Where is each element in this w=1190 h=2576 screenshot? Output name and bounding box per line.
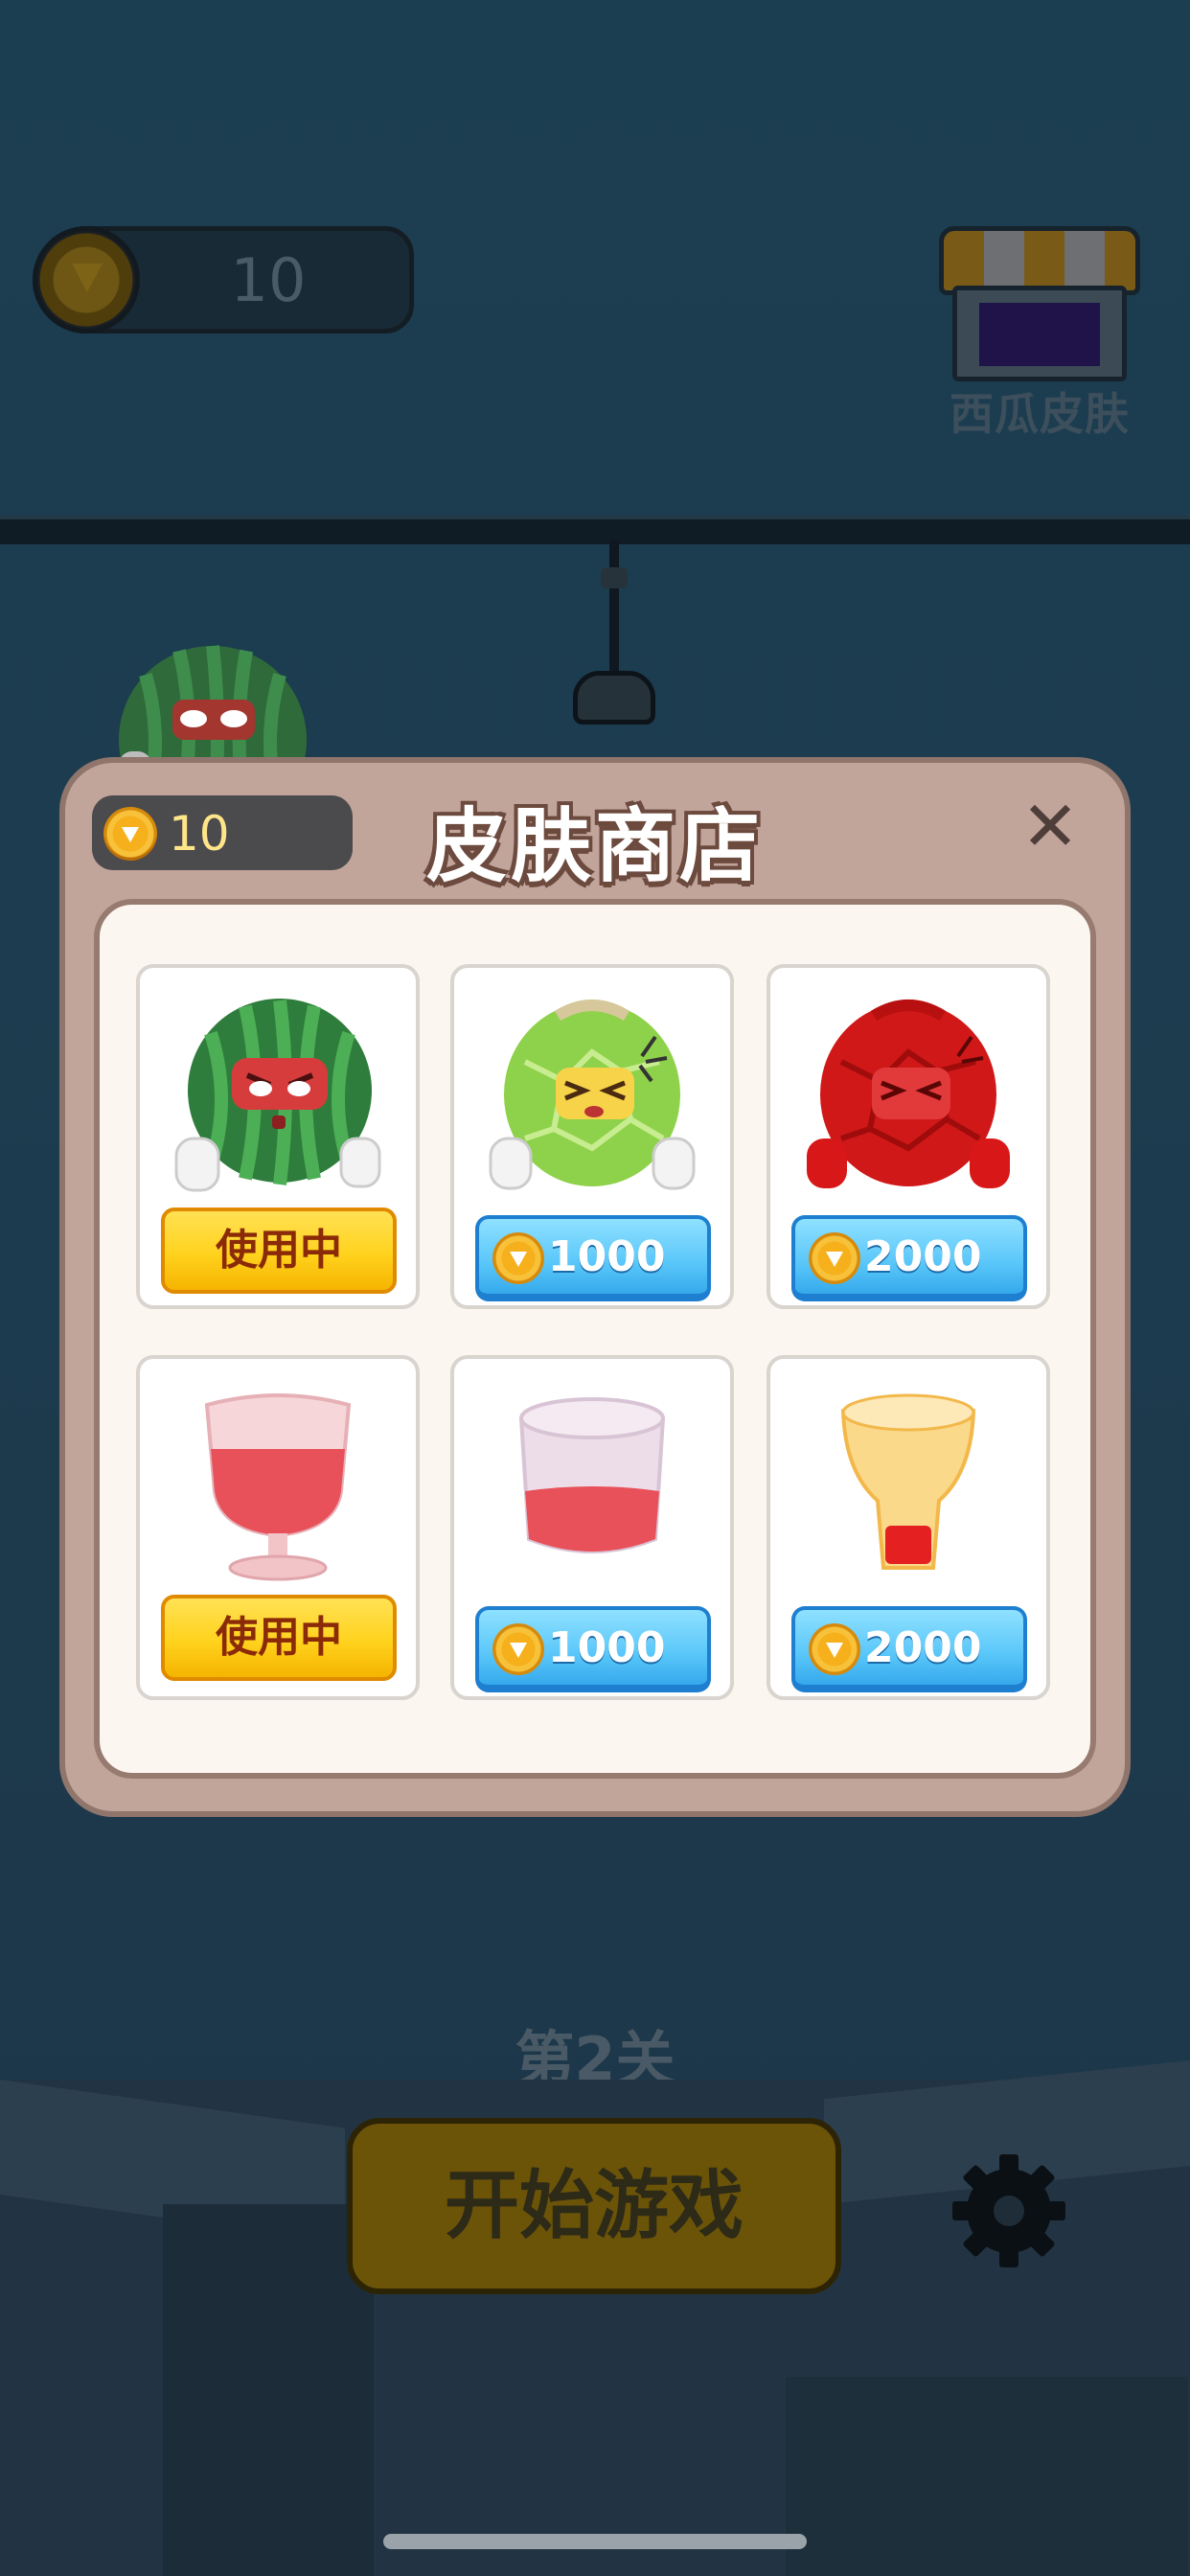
- buy-button[interactable]: 1000: [475, 1215, 711, 1301]
- round-glass-icon: [518, 1397, 666, 1553]
- modal-title: 皮肤商店: [425, 799, 764, 893]
- coin-icon: [809, 1623, 860, 1675]
- green-melon-skin-icon: [489, 1000, 696, 1190]
- wine-glass-icon: [204, 1393, 352, 1581]
- shop-window: [979, 303, 1100, 366]
- modal-coin-count: 10: [169, 806, 230, 862]
- dropper-claw: [573, 671, 655, 724]
- coin-icon: [33, 226, 140, 334]
- skin-card-round-glass[interactable]: 1000: [450, 1355, 734, 1700]
- skin-card-wine-glass[interactable]: 使用中: [136, 1355, 420, 1700]
- buy-button[interactable]: 2000: [791, 1606, 1027, 1692]
- skin-card-red-melon[interactable]: 2000: [767, 964, 1050, 1309]
- shop-label: 西瓜皮肤: [950, 388, 1130, 440]
- price-label: 2000: [864, 1232, 982, 1281]
- price-label: 1000: [548, 1232, 666, 1281]
- in-use-button[interactable]: 使用中: [161, 1595, 397, 1681]
- ground-block: [786, 2377, 1188, 2576]
- in-use-button[interactable]: 使用中: [161, 1208, 397, 1294]
- bulb-glass-icon: [840, 1393, 976, 1570]
- watermelon-skin-icon: [174, 999, 381, 1192]
- drop-rail: [0, 516, 1190, 544]
- skin-card-green-melon[interactable]: 1000: [450, 964, 734, 1309]
- coin-icon: [492, 1232, 544, 1284]
- hud-coin-count: 10: [230, 245, 307, 315]
- red-melon-skin-icon: [807, 1000, 1010, 1188]
- price-label: 2000: [864, 1623, 982, 1672]
- coin-icon: [103, 807, 157, 861]
- coin-icon: [809, 1232, 860, 1284]
- coin-icon: [492, 1623, 544, 1675]
- price-label: 1000: [548, 1623, 666, 1672]
- home-indicator[interactable]: [383, 2534, 807, 2549]
- buy-button[interactable]: 1000: [475, 1606, 711, 1692]
- shop-button[interactable]: 西瓜皮肤: [939, 226, 1140, 440]
- buy-button[interactable]: 2000: [791, 1215, 1027, 1301]
- start-game-label: 开始游戏: [444, 2163, 744, 2249]
- skin-card-watermelon[interactable]: 使用中: [136, 964, 420, 1309]
- ground-pillar: [163, 2204, 374, 2576]
- start-game-button[interactable]: 开始游戏: [347, 2118, 841, 2294]
- close-icon[interactable]: ✕: [1019, 792, 1081, 861]
- dropper-knob: [601, 567, 628, 588]
- settings-gear-icon[interactable]: [949, 2150, 1069, 2271]
- skin-card-bulb-glass[interactable]: 2000: [767, 1355, 1050, 1700]
